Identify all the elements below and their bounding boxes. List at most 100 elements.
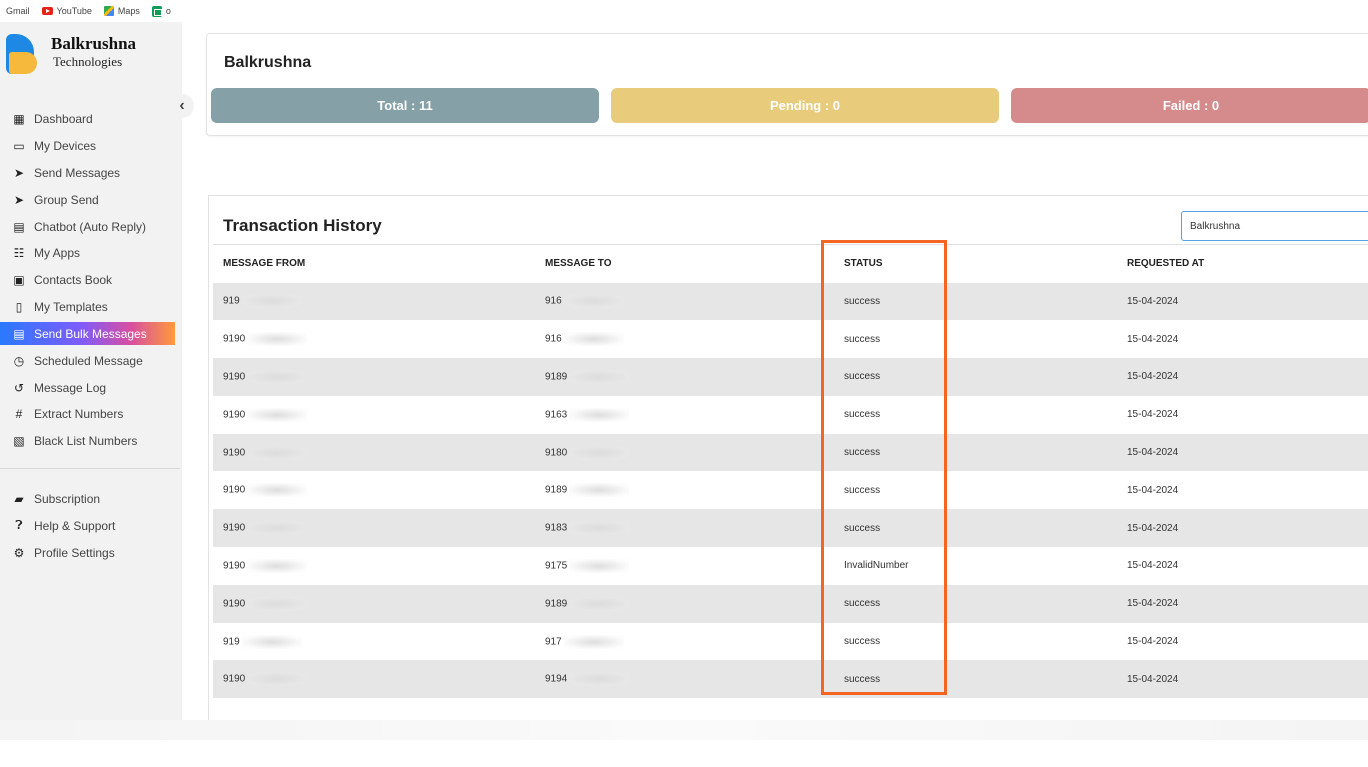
message-from-cell: 9190 xyxy=(213,660,535,699)
sidebar-item-message-log[interactable]: ↺ Message Log xyxy=(0,374,182,401)
status-cell: success xyxy=(834,509,1117,548)
transaction-table: MESSAGE FROM MESSAGE TO STATUS REQUESTED… xyxy=(213,244,1368,699)
sidebar-item-my-devices[interactable]: ▭ My Devices xyxy=(0,133,182,160)
sidebar-item-send-messages[interactable]: ➤ Send Messages xyxy=(0,160,182,187)
requested-at-cell-text: 15-04-2024 xyxy=(1127,371,1179,383)
send-icon: ➤ xyxy=(13,192,25,207)
file-text-icon: ▤ xyxy=(13,326,25,341)
message-from-cell-text: 9190 xyxy=(223,409,246,421)
requested-at-cell: 15-04-2024 xyxy=(1117,433,1368,472)
sidebar-item-profile-settings[interactable]: ⚙︎ Profile Settings xyxy=(0,539,182,566)
bookmark-youtube[interactable]: YouTube xyxy=(41,6,92,16)
sidebar-item-help-support[interactable]: ❓︎ Help & Support xyxy=(0,512,182,539)
clock-icon: ◷ xyxy=(13,353,25,368)
column-header-message-from[interactable]: MESSAGE FROM xyxy=(213,244,535,283)
contacts-icon: ▣ xyxy=(13,273,25,288)
sidebar-item-my-templates[interactable]: ▯ My Templates xyxy=(0,294,182,321)
table-row: 9190 9189 success 15-04-2024 xyxy=(213,584,1368,623)
requested-at-cell: 15-04-2024 xyxy=(1117,660,1368,699)
sidebar-item-label: Group Send xyxy=(34,192,99,207)
message-from-cell-text: 9190 xyxy=(223,485,246,497)
status-cell-text: InvalidNumber xyxy=(844,560,909,572)
sidebar-item-label: Scheduled Message xyxy=(34,353,143,368)
requested-at-cell-text: 15-04-2024 xyxy=(1127,484,1179,496)
message-from-cell: 9190 xyxy=(213,584,535,623)
sidebar-item-label: Subscription xyxy=(34,491,101,506)
summary-card: Balkrushna Total : 11 Pending : 0 Failed… xyxy=(206,33,1368,136)
message-to-cell-text: 9183 xyxy=(545,522,568,534)
message-to-cell-text: 9189 xyxy=(545,598,568,610)
message-from-cell-text: 9190 xyxy=(223,674,246,685)
column-header-status[interactable]: STATUS xyxy=(834,244,1117,283)
message-from-cell-text: 9190 xyxy=(223,598,246,610)
redacted-blur xyxy=(569,672,630,687)
sidebar-item-label: My Templates xyxy=(34,299,108,314)
message-from-cell-text: 9190 xyxy=(223,447,246,459)
sidebar-item-my-apps[interactable]: ☷ My Apps xyxy=(0,240,182,267)
message-from-cell: 919 xyxy=(213,622,535,661)
sidebar-item-dashboard[interactable]: ▦ Dashboard xyxy=(0,106,182,133)
redacted-blur xyxy=(569,483,630,498)
table-row: 9190 916 success 15-04-2024 xyxy=(213,320,1368,359)
bookmark-maps[interactable]: Maps xyxy=(103,6,140,16)
sidebar-item-label: Dashboard xyxy=(34,112,93,127)
status-cell: success xyxy=(834,358,1117,396)
redacted-blur xyxy=(241,294,302,309)
sidebar-item-extract-numbers[interactable]: # Extract Numbers xyxy=(0,401,182,428)
column-header-requested-at[interactable]: REQUESTED AT xyxy=(1117,244,1368,283)
sidebar-item-subscription[interactable]: ▰ Subscription xyxy=(0,486,182,513)
sidebar-item-black-list-numbers[interactable]: ▧ Black List Numbers xyxy=(0,428,182,455)
requested-at-cell-text: 15-04-2024 xyxy=(1127,598,1179,610)
sidebar-item-label: Message Log xyxy=(34,380,107,395)
pending-stat: Pending : 0 xyxy=(611,88,999,123)
message-from-cell-text: 9190 xyxy=(223,371,246,383)
help-icon: ❓︎ xyxy=(15,518,23,533)
requested-at-cell: 15-04-2024 xyxy=(1117,395,1368,434)
requested-at-cell: 15-04-2024 xyxy=(1117,509,1368,548)
sidebar-item-label: Help & Support xyxy=(34,518,116,533)
sidebar-item-contacts-book[interactable]: ▣ Contacts Book xyxy=(0,267,182,294)
message-from-cell: 9190 xyxy=(213,471,535,510)
brand-title: Balkrushna xyxy=(51,34,137,53)
table-row: 9190 9189 success 15-04-2024 xyxy=(213,358,1368,396)
requested-at-cell: 15-04-2024 xyxy=(1117,547,1368,585)
message-to-cell-text: 916 xyxy=(545,333,562,345)
redacted-blur xyxy=(563,634,624,649)
requested-at-cell-text: 15-04-2024 xyxy=(1127,333,1179,345)
logo-icon xyxy=(6,34,41,74)
table-row: 9190 9180 success 15-04-2024 xyxy=(213,433,1368,472)
sidebar-item-chatbot[interactable]: ▤ Chatbot (Auto Reply) xyxy=(0,213,182,240)
sidebar: Balkrushna Technologies ‹ ▦ Dashboard ▭ … xyxy=(0,22,194,720)
sidebar-item-label: My Apps xyxy=(34,246,81,261)
status-cell: InvalidNumber xyxy=(834,547,1117,585)
apps-grid-icon: ☷ xyxy=(13,246,25,261)
summary-title: Balkrushna xyxy=(224,54,312,71)
sidebar-item-send-bulk-messages[interactable]: ▤ Send Bulk Messages xyxy=(0,322,175,346)
message-to-cell: 916 xyxy=(535,282,834,321)
brand-logo[interactable]: Balkrushna Technologies xyxy=(6,34,136,74)
status-cell: success xyxy=(834,320,1117,359)
bookmark-gmail[interactable]: Gmail xyxy=(6,6,30,16)
transaction-history-title: Transaction History xyxy=(223,216,382,235)
search-input[interactable] xyxy=(1181,211,1368,241)
bookmark-label: o xyxy=(165,6,171,16)
status-cell-text: success xyxy=(844,333,881,345)
status-cell-text: success xyxy=(844,598,881,610)
bookmarks-bar: Gmail YouTube Maps o xyxy=(0,0,1368,22)
bookmark-label: YouTube xyxy=(56,6,92,16)
status-cell: success xyxy=(834,622,1117,661)
table-row: 9190 9163 success 15-04-2024 xyxy=(213,395,1368,434)
redacted-blur xyxy=(569,596,630,611)
total-stat: Total : 11 xyxy=(211,88,599,123)
blacklist-icon: ▧ xyxy=(13,434,25,449)
column-header-message-to[interactable]: MESSAGE TO xyxy=(535,244,834,283)
sidebar-item-scheduled-message[interactable]: ◷ Scheduled Message xyxy=(0,347,182,374)
message-to-cell: 917 xyxy=(535,622,834,661)
requested-at-cell: 15-04-2024 xyxy=(1117,622,1368,661)
status-cell: success xyxy=(834,471,1117,510)
requested-at-cell-text: 15-04-2024 xyxy=(1127,409,1179,421)
bookmark-sheets[interactable]: o xyxy=(151,5,171,17)
sidebar-item-group-send[interactable]: ➤ Group Send xyxy=(0,186,182,213)
requested-at-cell-text: 15-04-2024 xyxy=(1127,447,1179,459)
message-from-cell: 919 xyxy=(213,282,535,321)
